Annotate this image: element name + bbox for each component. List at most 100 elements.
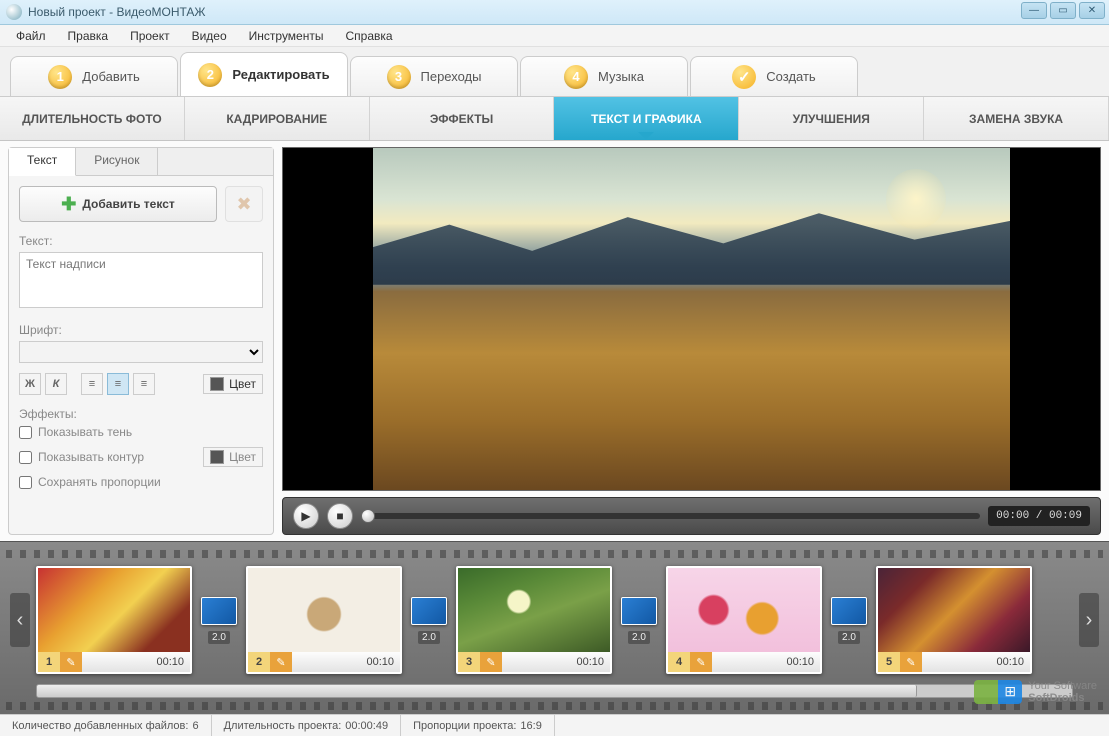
subtool-enhance[interactable]: УЛУЧШЕНИЯ — [739, 97, 924, 140]
project-duration-label: Длительность проекта: — [224, 720, 342, 732]
transition-thumbnail — [831, 597, 867, 625]
effects-label: Эффекты: — [19, 407, 263, 421]
filmstrip-decoration — [6, 702, 1103, 710]
subtool-replace-audio[interactable]: ЗАМЕНА ЗВУКА — [924, 97, 1109, 140]
subtool-crop[interactable]: КАДРИРОВАНИЕ — [185, 97, 370, 140]
seek-slider[interactable] — [361, 513, 980, 519]
stage-music[interactable]: 4 Музыка — [520, 56, 688, 96]
transition-duration: 2.0 — [208, 631, 230, 644]
align-right-button[interactable]: ≡ — [133, 373, 155, 395]
stage-number-icon: 2 — [198, 63, 222, 87]
timeline-clip[interactable]: 5 ✎ 00:10 — [876, 566, 1032, 674]
clip-number: 5 — [878, 652, 900, 672]
window-title: Новый проект - ВидеоМОНТАЖ — [28, 5, 206, 19]
menu-video[interactable]: Видео — [182, 27, 237, 45]
timeline-prev-button[interactable]: ‹ — [10, 593, 30, 647]
clip-edit-button[interactable]: ✎ — [690, 652, 712, 672]
stage-label: Добавить — [82, 69, 139, 84]
align-center-button[interactable]: ≡ — [107, 373, 129, 395]
menubar: Файл Правка Проект Видео Инструменты Спр… — [0, 25, 1109, 47]
timeline-next-button[interactable]: › — [1079, 593, 1099, 647]
stage-number-icon: 1 — [48, 65, 72, 89]
text-graphics-panel: Текст Рисунок ✚ Добавить текст ✖ Текст: … — [8, 147, 274, 535]
menu-help[interactable]: Справка — [335, 27, 402, 45]
italic-button[interactable]: К — [45, 373, 67, 395]
keep-ratio-checkbox[interactable] — [19, 476, 32, 489]
stop-button[interactable]: ■ — [327, 503, 353, 529]
align-left-button[interactable]: ≡ — [81, 373, 103, 395]
chevron-left-icon: ‹ — [17, 609, 24, 632]
edit-subtoolbar: ДЛИТЕЛЬНОСТЬ ФОТО КАДРИРОВАНИЕ ЭФФЕКТЫ Т… — [0, 97, 1109, 141]
shadow-checkbox[interactable] — [19, 426, 32, 439]
seek-thumb[interactable] — [361, 509, 375, 523]
text-color-button[interactable]: Цвет — [203, 374, 263, 394]
stage-tabs: 1 Добавить 2 Редактировать 3 Переходы 4 … — [0, 47, 1109, 97]
timeline: ‹ 1 ✎ 00:10 2.0 2 ✎ 00:10 2.0 — [0, 541, 1109, 714]
clip-duration: 00:10 — [366, 656, 400, 668]
clip-edit-button[interactable]: ✎ — [60, 652, 82, 672]
timeline-clip[interactable]: 3 ✎ 00:10 — [456, 566, 612, 674]
clip-edit-button[interactable]: ✎ — [900, 652, 922, 672]
close-button[interactable]: ✕ — [1079, 2, 1105, 19]
menu-project[interactable]: Проект — [120, 27, 180, 45]
timeline-scrollbar[interactable] — [36, 684, 1073, 698]
transition-slot[interactable]: 2.0 — [830, 597, 868, 644]
transition-thumbnail — [201, 597, 237, 625]
font-select[interactable] — [19, 341, 263, 363]
transition-duration: 2.0 — [418, 631, 440, 644]
pencil-icon: ✎ — [696, 656, 705, 669]
timeline-clip[interactable]: 4 ✎ 00:10 — [666, 566, 822, 674]
delete-text-button[interactable]: ✖ — [225, 186, 263, 222]
color-label: Цвет — [229, 377, 256, 391]
watermark-line1: Your Software — [1028, 680, 1097, 692]
text-field-label: Текст: — [19, 234, 263, 248]
menu-file[interactable]: Файл — [6, 27, 56, 45]
subtool-photo-duration[interactable]: ДЛИТЕЛЬНОСТЬ ФОТО — [0, 97, 185, 140]
menu-tools[interactable]: Инструменты — [239, 27, 334, 45]
stage-edit[interactable]: 2 Редактировать — [180, 52, 348, 96]
tab-text[interactable]: Текст — [9, 148, 76, 176]
windows-icon: ⊞ — [998, 680, 1022, 704]
timeline-clip[interactable]: 1 ✎ 00:10 — [36, 566, 192, 674]
stage-label: Создать — [766, 69, 815, 84]
timeline-clip[interactable]: 2 ✎ 00:10 — [246, 566, 402, 674]
video-preview[interactable] — [282, 147, 1101, 491]
minimize-button[interactable]: — — [1021, 2, 1047, 19]
menu-edit[interactable]: Правка — [58, 27, 119, 45]
clip-thumbnail — [878, 568, 1030, 652]
clip-edit-button[interactable]: ✎ — [480, 652, 502, 672]
stage-transitions[interactable]: 3 Переходы — [350, 56, 518, 96]
clip-thumbnail — [668, 568, 820, 652]
stage-add[interactable]: 1 Добавить — [10, 56, 178, 96]
stage-number-icon: 4 — [564, 65, 588, 89]
plus-icon: ✚ — [61, 194, 76, 215]
outline-color-button[interactable]: Цвет — [203, 447, 263, 467]
clip-duration: 00:10 — [996, 656, 1030, 668]
player-controls: ▶ ■ 00:00 / 00:09 — [282, 497, 1101, 535]
scrollbar-thumb[interactable] — [37, 685, 917, 697]
font-label: Шрифт: — [19, 323, 263, 337]
stage-number-icon: 3 — [387, 65, 411, 89]
time-display: 00:00 / 00:09 — [988, 506, 1090, 526]
app-icon — [6, 4, 22, 20]
keep-ratio-label: Сохранять пропорции — [38, 475, 161, 489]
bold-button[interactable]: Ж — [19, 373, 41, 395]
add-text-button[interactable]: ✚ Добавить текст — [19, 186, 217, 222]
color-swatch-icon — [210, 377, 224, 391]
transition-slot[interactable]: 2.0 — [620, 597, 658, 644]
clip-number: 1 — [38, 652, 60, 672]
play-button[interactable]: ▶ — [293, 503, 319, 529]
subtool-effects[interactable]: ЭФФЕКТЫ — [370, 97, 555, 140]
tab-image[interactable]: Рисунок — [76, 148, 158, 175]
caption-text-input[interactable] — [19, 252, 263, 308]
clip-edit-button[interactable]: ✎ — [270, 652, 292, 672]
transition-slot[interactable]: 2.0 — [410, 597, 448, 644]
stage-create[interactable]: ✓ Создать — [690, 56, 858, 96]
outline-checkbox[interactable] — [19, 451, 32, 464]
outline-label: Показывать контур — [38, 450, 144, 464]
transition-slot[interactable]: 2.0 — [200, 597, 238, 644]
subtool-text-graphics[interactable]: ТЕКСТ И ГРАФИКА — [554, 97, 739, 140]
maximize-button[interactable]: ▭ — [1050, 2, 1076, 19]
play-icon: ▶ — [301, 509, 310, 523]
align-left-icon: ≡ — [89, 378, 95, 390]
